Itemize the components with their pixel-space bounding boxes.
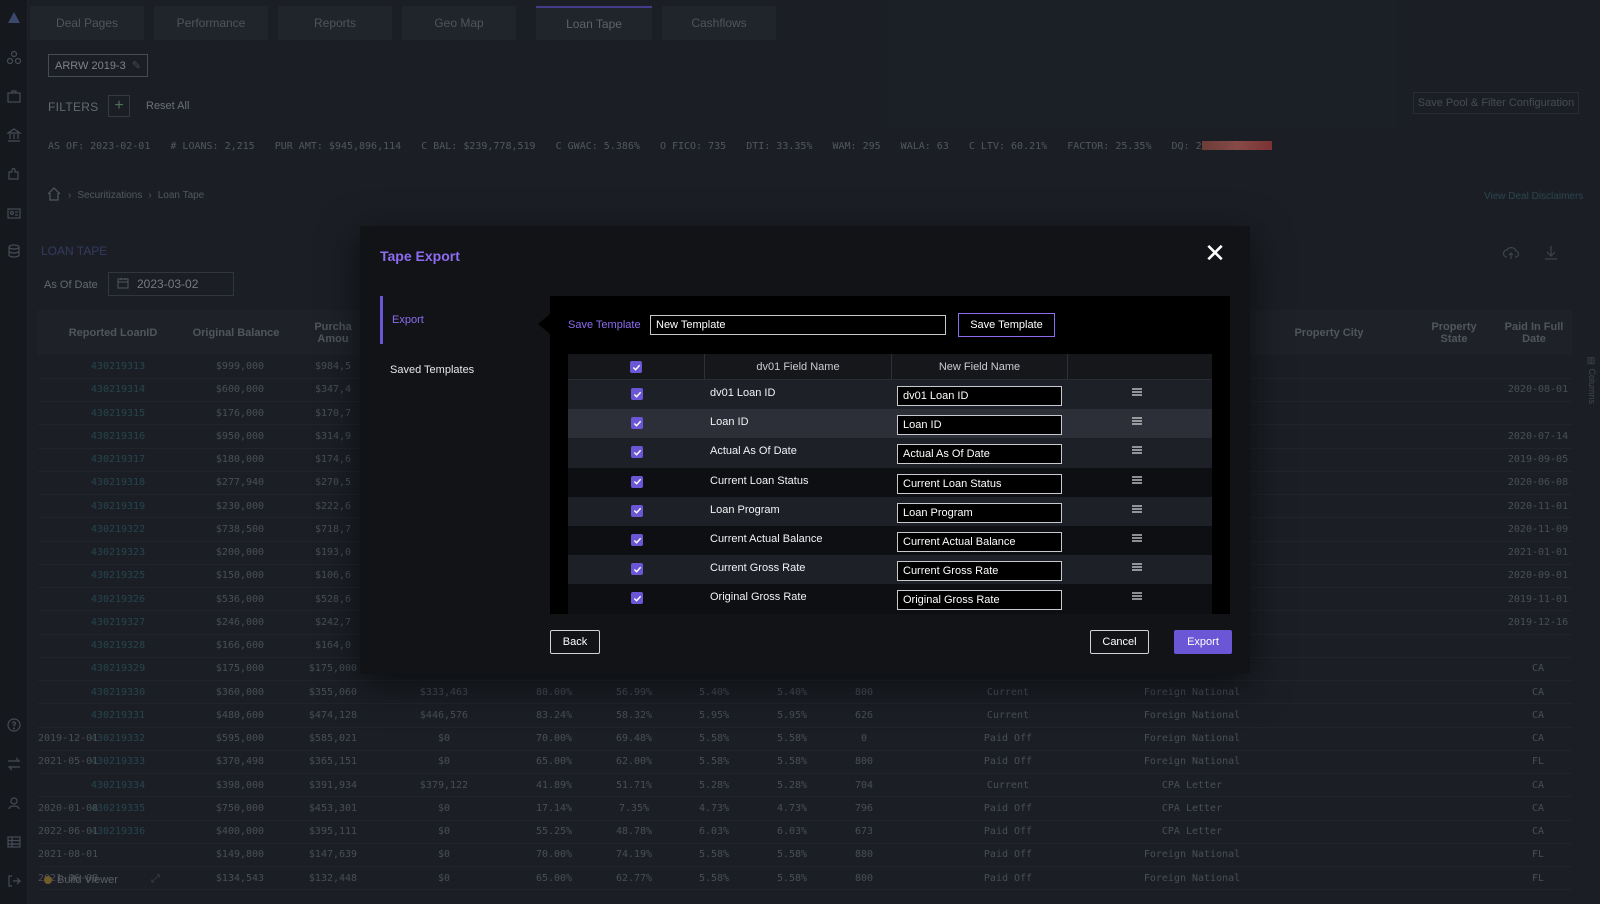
nav-saved-templates[interactable]: Saved Templates [390, 364, 474, 376]
dv01-field-name: Current Actual Balance [710, 533, 823, 545]
new-field-name-input[interactable] [897, 532, 1062, 552]
field-row: Loan Program [568, 496, 1212, 527]
export-button[interactable]: Export [1174, 630, 1232, 654]
new-field-name-input[interactable] [897, 590, 1062, 611]
include-field-checkbox[interactable] [631, 534, 643, 546]
new-field-name-input[interactable] [897, 444, 1062, 465]
include-field-checkbox[interactable] [631, 388, 643, 400]
header-field-name: dv01 Field Name [705, 354, 892, 380]
header-select-all [568, 354, 705, 380]
new-field-name-input[interactable] [897, 561, 1062, 582]
include-field-checkbox[interactable] [631, 504, 643, 517]
dv01-field-name: Loan Program [710, 503, 780, 516]
select-all-checkbox[interactable] [630, 361, 642, 373]
drag-handle-icon[interactable] [1131, 532, 1143, 544]
dv01-field-name: Current Gross Rate [710, 562, 806, 575]
field-row: Current Gross Rate [568, 555, 1212, 585]
include-field-checkbox[interactable] [631, 446, 643, 459]
new-field-name-input[interactable] [897, 415, 1062, 436]
field-row: Original Gross Rate [568, 584, 1212, 614]
field-row: Current Actual Balance [568, 526, 1212, 556]
export-panel: Save Template Save Template dv01 Field N… [550, 296, 1230, 614]
back-button[interactable]: Back [550, 630, 600, 654]
field-grid-header: dv01 Field Name New Field Name [568, 354, 1212, 380]
dv01-field-name: Actual As Of Date [710, 445, 797, 458]
include-field-checkbox[interactable] [631, 417, 643, 430]
field-row: Current Loan Status [568, 467, 1212, 498]
field-row: Actual As Of Date [568, 438, 1212, 468]
dv01-field-name: Original Gross Rate [710, 591, 807, 604]
nav-export[interactable]: Export [380, 296, 510, 344]
include-field-checkbox[interactable] [631, 563, 643, 576]
save-template-label: Save Template [568, 319, 641, 331]
tape-export-modal: Tape Export ✕ Export Saved Templates Sav… [360, 226, 1250, 674]
new-field-name-input[interactable] [897, 386, 1062, 406]
new-field-name-input[interactable] [897, 502, 1062, 523]
drag-handle-icon[interactable] [1131, 444, 1143, 456]
drag-handle-icon[interactable] [1131, 386, 1143, 398]
panel-pointer [538, 314, 550, 334]
drag-handle-icon[interactable] [1131, 415, 1143, 427]
header-reorder [1068, 354, 1212, 380]
field-row: Loan ID [568, 409, 1212, 439]
field-row: dv01 Loan ID [568, 380, 1212, 410]
modal-title: Tape Export [380, 248, 460, 264]
drag-handle-icon[interactable] [1131, 503, 1143, 515]
close-icon[interactable]: ✕ [1202, 240, 1228, 266]
drag-handle-icon[interactable] [1131, 590, 1143, 602]
dv01-field-name: dv01 Loan ID [710, 387, 776, 399]
new-field-name-input[interactable] [897, 473, 1062, 494]
header-new-field-name: New Field Name [892, 354, 1068, 380]
dv01-field-name: Current Loan Status [710, 474, 809, 487]
drag-handle-icon[interactable] [1131, 474, 1143, 486]
cancel-button[interactable]: Cancel [1090, 630, 1149, 654]
template-name-input[interactable] [650, 315, 946, 335]
dv01-field-name: Loan ID [710, 416, 749, 429]
drag-handle-icon[interactable] [1131, 561, 1143, 573]
include-field-checkbox[interactable] [631, 475, 643, 488]
include-field-checkbox[interactable] [631, 592, 643, 605]
save-template-button[interactable]: Save Template [958, 313, 1055, 337]
